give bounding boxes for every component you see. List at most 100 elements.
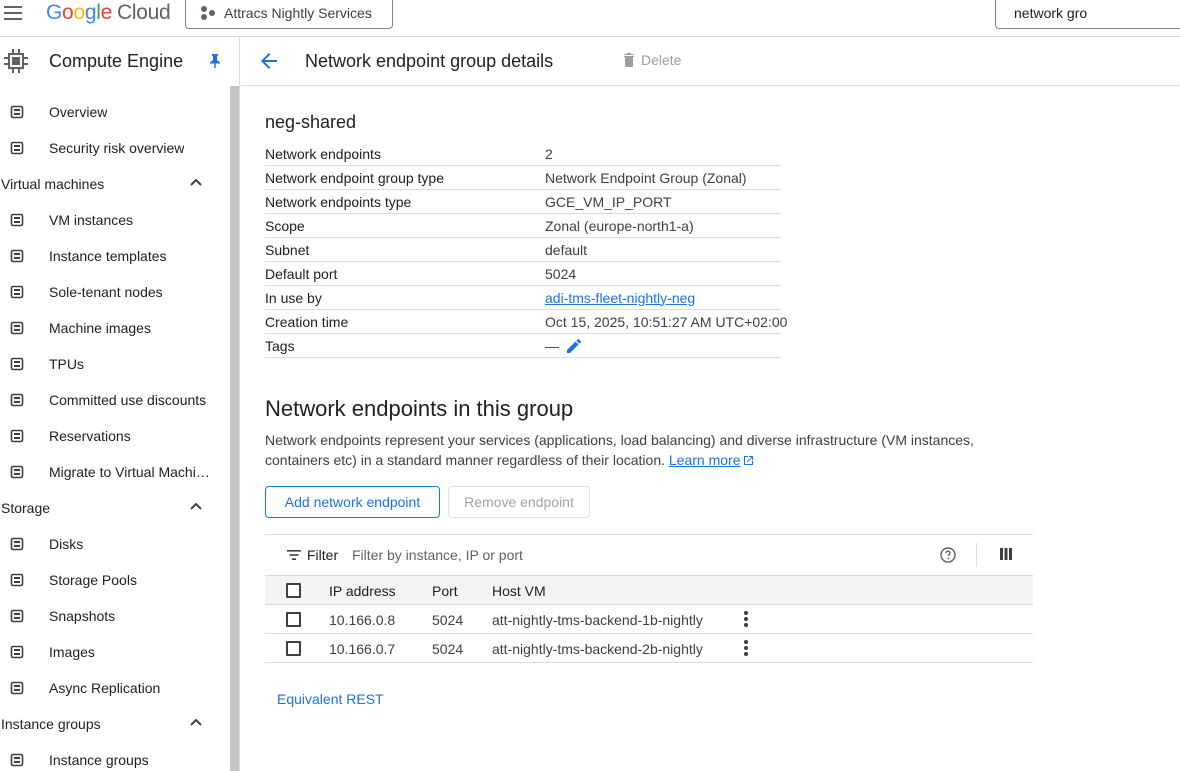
migrate-icon: [10, 465, 24, 479]
sidebar-item-instance-templates[interactable]: Instance templates: [0, 238, 230, 274]
row-checkbox[interactable]: [286, 641, 301, 656]
more-actions-icon[interactable]: [744, 611, 748, 628]
logo-letter: o: [73, 1, 85, 24]
edit-pencil-icon[interactable]: [567, 338, 581, 353]
pin-icon[interactable]: [209, 54, 221, 68]
logo-letter: o: [62, 1, 74, 24]
select-all-checkbox[interactable]: [286, 583, 301, 598]
delete-label: Delete: [641, 52, 682, 68]
tags-value: —: [545, 338, 581, 354]
calendar-icon: [10, 429, 24, 443]
sidebar-item-reservations[interactable]: Reservations: [0, 418, 230, 454]
sidebar-item-label: Sole-tenant nodes: [49, 284, 163, 300]
machine-image-icon: [10, 321, 24, 335]
property-key: Creation time: [265, 313, 349, 330]
remove-endpoint-button[interactable]: Remove endpoint: [448, 486, 590, 518]
storage-pool-icon: [10, 573, 24, 587]
sidebar-item-label: Disks: [49, 536, 84, 552]
help-icon[interactable]: [940, 547, 956, 563]
sidebar-item-storage-pools[interactable]: Storage Pools: [0, 562, 230, 598]
sidebar-item-label: Async Replication: [49, 680, 161, 696]
sidebar-section-instance-groups[interactable]: Instance groups: [0, 706, 230, 742]
sidebar-title: Compute Engine: [49, 51, 184, 71]
sidebar-item-label: Machine images: [49, 320, 151, 336]
sidebar-item-label: Storage Pools: [49, 572, 137, 588]
delete-button[interactable]: Delete: [623, 52, 681, 68]
property-key: Subnet: [265, 241, 310, 258]
equivalent-rest-link[interactable]: Equivalent REST: [277, 691, 384, 707]
in-use-by-link[interactable]: adi-tms-fleet-nightly-neg: [545, 290, 695, 306]
property-value: GCE_VM_IP_PORT: [545, 193, 672, 210]
property-row: Scope Zonal (europe-north1-a): [265, 214, 781, 238]
sidebar-item-migrate-to-virtual-machines[interactable]: Migrate to Virtual Machines: [0, 454, 230, 490]
property-value: default: [545, 241, 588, 258]
shield-icon: [10, 141, 24, 155]
sidebar-item-tpus[interactable]: TPUs: [0, 346, 230, 382]
sidebar-item-images[interactable]: Images: [0, 634, 230, 670]
sidebar-section-virtual-machines[interactable]: Virtual machines: [0, 166, 230, 202]
cell-port: 5024: [432, 641, 464, 657]
cell-ip: 10.166.0.7: [329, 641, 396, 657]
logo-cloud-text: Cloud: [116, 1, 171, 24]
project-picker-button[interactable]: Attracs Nightly Services: [185, 0, 393, 29]
sidebar-item-sole-tenant-nodes[interactable]: Sole-tenant nodes: [0, 274, 230, 310]
column-header-host-vm[interactable]: Host VM: [492, 583, 546, 599]
project-icon: [200, 5, 216, 21]
sidebar-item-security-risk-overview[interactable]: Security risk overview: [0, 130, 230, 166]
sidebar-item-overview[interactable]: Overview: [0, 94, 230, 130]
column-header-ip[interactable]: IP address: [329, 583, 396, 599]
images-icon: [10, 645, 24, 659]
description-text: Network endpoints represent your service…: [265, 432, 974, 468]
sidebar-item-instance-groups[interactable]: Instance groups: [0, 742, 230, 771]
sidebar-item-label: VM instances: [49, 212, 134, 228]
main-menu-icon[interactable]: [4, 4, 24, 20]
property-row: Network endpoints type GCE_VM_IP_PORT: [265, 190, 781, 214]
page-header: Network endpoint group details Delete: [241, 37, 1180, 86]
sidebar-item-label: Images: [49, 644, 95, 660]
sidebar-item-machine-images[interactable]: Machine images: [0, 310, 230, 346]
endpoints-table: IP address Port Host VM 10.166.0.8 5024 at…: [265, 576, 1033, 663]
google-cloud-logo[interactable]: Google Cloud: [46, 0, 171, 26]
back-arrow-icon[interactable]: [260, 52, 278, 70]
sidebar-section-label: Storage: [1, 500, 51, 516]
sidebar-item-label: TPUs: [49, 356, 84, 372]
column-header-port[interactable]: Port: [432, 583, 458, 599]
filter-input[interactable]: Filter by instance, IP or port: [352, 547, 523, 563]
property-row: Subnet default: [265, 238, 781, 262]
more-actions-icon[interactable]: [744, 640, 748, 657]
trash-icon: [624, 53, 634, 67]
property-row: In use by adi-tms-fleet-nightly-neg: [265, 286, 781, 310]
property-row: Default port 5024: [265, 262, 781, 286]
table-header: IP address Port Host VM: [265, 576, 1033, 605]
add-network-endpoint-button[interactable]: Add network endpoint: [265, 486, 440, 518]
properties-table: Network endpoints 2 Network endpoint group…: [265, 142, 787, 358]
sidebar-item-vm-instances[interactable]: VM instances: [0, 202, 230, 238]
sidebar-nav: Overview Security risk overview Virtual ma…: [0, 94, 230, 771]
sidebar-item-label: Migrate to Virtual Machines: [49, 464, 211, 480]
cell-ip: 10.166.0.8: [329, 612, 396, 628]
sidebar-item-snapshots[interactable]: Snapshots: [0, 598, 230, 634]
learn-more-link[interactable]: Learn more: [669, 452, 755, 468]
column-display-options-icon[interactable]: [1000, 548, 1012, 560]
external-link-icon: [744, 456, 754, 465]
percent-icon: [10, 393, 24, 407]
property-key: In use by: [265, 289, 322, 306]
sidebar-scrollbar[interactable]: [230, 86, 239, 771]
sidebar-section-storage[interactable]: Storage: [0, 490, 230, 526]
sidebar-item-committed-use-discounts[interactable]: Committed use discounts: [0, 382, 230, 418]
disk-icon: [10, 537, 24, 551]
cell-port: 5024: [432, 612, 464, 628]
endpoints-description: Network endpoints represent your service…: [265, 430, 1005, 470]
learn-more-label: Learn more: [668, 452, 741, 468]
property-value: 2: [545, 145, 553, 162]
sidebar-header: Compute Engine: [0, 37, 239, 85]
property-key: Network endpoints type: [265, 193, 412, 210]
endpoints-section-title: Network endpoints in this group: [265, 396, 574, 421]
sidebar-item-label: Reservations: [49, 428, 131, 444]
search-input[interactable]: network gro: [995, 0, 1180, 29]
sidebar-item-disks[interactable]: Disks: [0, 526, 230, 562]
property-key: Network endpoint group type: [265, 169, 444, 186]
vm-icon: [10, 213, 24, 227]
row-checkbox[interactable]: [286, 612, 301, 627]
sidebar-item-async-replication[interactable]: Async Replication: [0, 670, 230, 706]
